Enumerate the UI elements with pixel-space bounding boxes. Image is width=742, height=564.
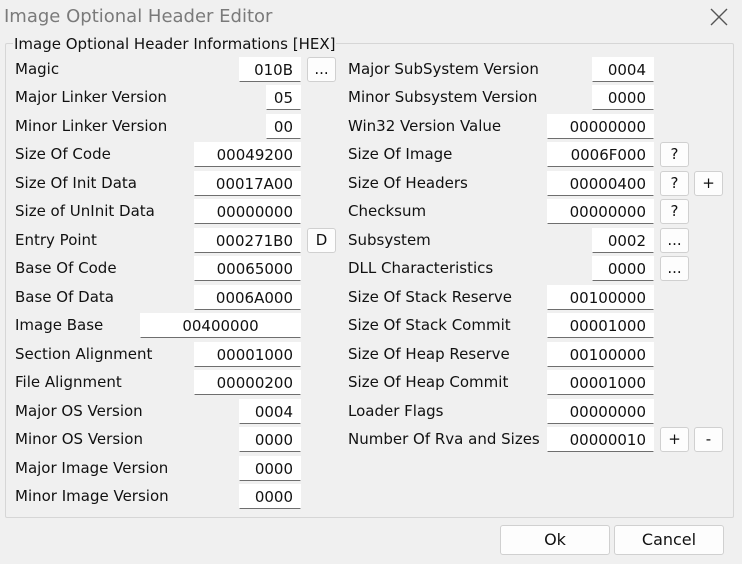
minor-subsystem-version-field[interactable]: 0000 [592, 85, 654, 110]
section-alignment-label: Section Alignment [15, 345, 153, 363]
image-base-field[interactable]: 00400000 [140, 313, 301, 338]
magic-more-button[interactable]: ... [307, 57, 336, 82]
size-of-headers-field[interactable]: 00000400 [547, 171, 654, 196]
size-of-image-label: Size Of Image [348, 145, 453, 163]
subsystem-field[interactable]: 0002 [592, 228, 654, 253]
minor-image-version-label: Minor Image Version [15, 487, 169, 505]
checksum-field[interactable]: 00000000 [547, 199, 654, 224]
file-alignment-field[interactable]: 00000200 [194, 370, 301, 395]
rva-add-button[interactable]: + [660, 427, 689, 452]
major-linker-version-label: Major Linker Version [15, 88, 167, 106]
cancel-button[interactable]: Cancel [614, 525, 724, 555]
minor-linker-version-label: Minor Linker Version [15, 117, 168, 135]
win32-version-value-label: Win32 Version Value [348, 117, 502, 135]
checksum-label: Checksum [348, 202, 427, 220]
subsystem-more-button[interactable]: ... [660, 228, 689, 253]
window-title: Image Optional Header Editor [4, 6, 273, 27]
loader-flags-label: Loader Flags [348, 402, 444, 420]
minor-subsystem-version-label: Minor Subsystem Version [348, 88, 538, 106]
title-bar: Image Optional Header Editor [0, 0, 742, 34]
major-subsystem-version-label: Major SubSystem Version [348, 60, 539, 78]
base-of-code-field[interactable]: 00065000 [194, 256, 301, 281]
subsystem-label: Subsystem [348, 231, 431, 249]
entry-point-field[interactable]: 000271B0 [194, 228, 301, 253]
minor-image-version-field[interactable]: 0000 [239, 484, 301, 509]
dll-characteristics-field[interactable]: 0000 [592, 256, 654, 281]
size-of-stack-reserve-label: Size Of Stack Reserve [348, 288, 513, 306]
close-button[interactable] [703, 1, 735, 33]
file-alignment-label: File Alignment [15, 373, 122, 391]
base-of-data-label: Base Of Data [15, 288, 114, 306]
magic-field[interactable]: 010B [239, 57, 301, 82]
number-of-rva-and-sizes-label: Number Of Rva and Sizes [348, 430, 540, 448]
base-of-data-field[interactable]: 0006A000 [194, 285, 301, 310]
win32-version-value-field[interactable]: 00000000 [547, 114, 654, 139]
group-title: Image Optional Header Informations [HEX] [13, 35, 337, 53]
size-of-image-help-button[interactable]: ? [660, 142, 689, 167]
size-of-headers-add-button[interactable]: + [694, 171, 723, 196]
size-of-stack-reserve-field[interactable]: 00100000 [547, 285, 654, 310]
size-of-uninit-data-label: Size of UnInit Data [15, 202, 155, 220]
close-icon [710, 8, 728, 26]
minor-os-version-label: Minor OS Version [15, 430, 143, 448]
base-of-code-label: Base Of Code [15, 259, 117, 277]
size-of-heap-reserve-label: Size Of Heap Reserve [348, 345, 510, 363]
size-of-uninit-data-field[interactable]: 00000000 [194, 199, 301, 224]
size-of-headers-help-button[interactable]: ? [660, 171, 689, 196]
magic-label: Magic [15, 60, 60, 78]
major-os-version-field[interactable]: 0004 [239, 399, 301, 424]
section-alignment-field[interactable]: 00001000 [194, 342, 301, 367]
dll-characteristics-label: DLL Characteristics [348, 259, 494, 277]
minor-linker-version-field[interactable]: 00 [266, 114, 301, 139]
entry-point-label: Entry Point [15, 231, 97, 249]
image-base-label: Image Base [15, 316, 104, 334]
size-of-code-field[interactable]: 00049200 [194, 142, 301, 167]
major-subsystem-version-field[interactable]: 0004 [592, 57, 654, 82]
major-linker-version-field[interactable]: 05 [266, 85, 301, 110]
size-of-heap-reserve-field[interactable]: 00100000 [547, 342, 654, 367]
minor-os-version-field[interactable]: 0000 [239, 427, 301, 452]
ok-button[interactable]: Ok [500, 525, 610, 555]
rva-remove-button[interactable]: - [694, 427, 723, 452]
size-of-code-label: Size Of Code [15, 145, 111, 163]
dll-characteristics-more-button[interactable]: ... [660, 256, 689, 281]
loader-flags-field[interactable]: 00000000 [547, 399, 654, 424]
major-image-version-label: Major Image Version [15, 459, 169, 477]
size-of-init-data-field[interactable]: 00017A00 [194, 171, 301, 196]
size-of-image-field[interactable]: 0006F000 [547, 142, 654, 167]
entry-point-disasm-button[interactable]: D [307, 228, 336, 253]
size-of-stack-commit-label: Size Of Stack Commit [348, 316, 511, 334]
checksum-help-button[interactable]: ? [660, 199, 689, 224]
size-of-headers-label: Size Of Headers [348, 174, 468, 192]
major-image-version-field[interactable]: 0000 [239, 456, 301, 481]
major-os-version-label: Major OS Version [15, 402, 143, 420]
size-of-init-data-label: Size Of Init Data [15, 174, 137, 192]
size-of-heap-commit-field[interactable]: 00001000 [547, 370, 654, 395]
number-of-rva-and-sizes-field[interactable]: 00000010 [547, 427, 654, 452]
size-of-stack-commit-field[interactable]: 00001000 [547, 313, 654, 338]
size-of-heap-commit-label: Size Of Heap Commit [348, 373, 509, 391]
